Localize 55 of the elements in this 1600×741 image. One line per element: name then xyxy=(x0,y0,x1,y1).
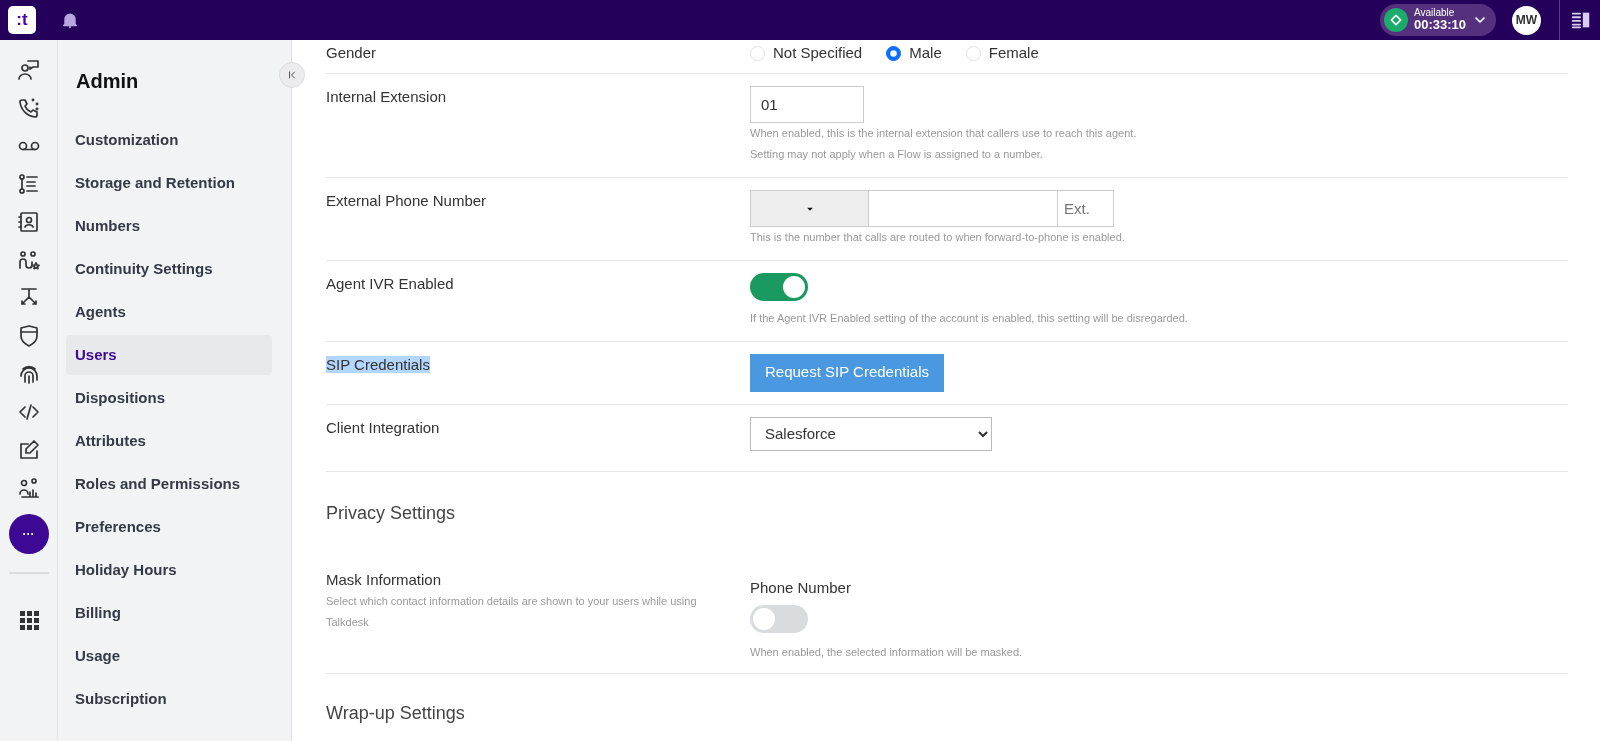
toggle-switch[interactable] xyxy=(750,605,808,633)
contact-book-icon[interactable] xyxy=(16,210,41,234)
extension-field[interactable]: Ext. xyxy=(1058,189,1114,227)
integration-select[interactable]: Salesforce xyxy=(750,416,992,451)
more-button[interactable]: ··· xyxy=(8,514,49,554)
field-label: Client Integration xyxy=(326,418,440,436)
people-star-icon[interactable] xyxy=(16,248,41,272)
chart-person-icon[interactable] xyxy=(16,476,41,500)
toggle-switch[interactable] xyxy=(750,272,808,301)
sidebar-item[interactable]: Subscription xyxy=(66,679,272,719)
radio-label: Female xyxy=(988,43,1039,63)
field-label: Agent IVR Enabled xyxy=(326,274,454,292)
sidebar-item[interactable]: Continuity Settings xyxy=(66,249,272,289)
sidebar-title: Admin xyxy=(75,69,140,94)
sidebar-item[interactable]: Attributes xyxy=(66,421,272,461)
logo-icon[interactable]: :t xyxy=(8,6,36,34)
radio-label: Male xyxy=(909,43,942,63)
sidebar-item[interactable]: Agents xyxy=(66,292,272,332)
sidebar-item[interactable]: Preferences xyxy=(66,507,272,547)
sidebar-item[interactable]: Roles and Permissions xyxy=(66,464,272,504)
hint-text: Setting may not apply when a Flow is assigned to a number. xyxy=(750,146,1044,162)
hint-text: When enabled, this is the internal extension that callers use to reach this agent. xyxy=(750,125,1138,141)
status-timer: 00:33:10 xyxy=(1413,17,1466,33)
sidebar-item[interactable]: Users xyxy=(66,335,272,375)
sidebar-item[interactable]: Usage xyxy=(66,636,272,676)
field-label: Gender xyxy=(326,44,377,61)
option-label: Phone Number xyxy=(750,577,852,598)
phone-field[interactable] xyxy=(868,189,1058,227)
field-label: Internal Extension xyxy=(326,87,447,105)
collapse-button[interactable] xyxy=(279,62,305,88)
status-dropdown[interactable]: Available 00:33:10 xyxy=(1379,4,1496,36)
phone-dots-icon[interactable] xyxy=(16,96,41,120)
section-heading: Wrap-up Settings xyxy=(326,702,466,725)
sidebar-item[interactable]: Holiday Hours xyxy=(66,550,272,590)
description-text: Select which contact information details are shown to your users while using Talkdesk xyxy=(326,594,698,630)
hint-text: If the Agent IVR Enabled setting of the account is enabled, this setting will be disregarded. xyxy=(750,310,1189,326)
radio-label: Not Specified xyxy=(773,43,863,63)
sidebar-item[interactable]: Storage and Retention xyxy=(66,163,272,203)
field-label: SIP Credentials xyxy=(326,355,430,373)
field-label: External Phone Number xyxy=(326,191,487,209)
status-label: Available xyxy=(1413,7,1456,18)
sidebar-item[interactable]: Dispositions xyxy=(66,378,272,418)
sidebar-item[interactable]: Billing xyxy=(66,593,272,633)
sidebar-item[interactable]: Numbers xyxy=(66,206,272,246)
section-heading: Privacy Settings xyxy=(326,501,457,525)
hint-text: When enabled, the selected information will be masked. xyxy=(750,645,1024,660)
collapse-icon xyxy=(286,69,298,82)
list-steps-icon[interactable] xyxy=(16,172,41,196)
field-label: Mask Information xyxy=(326,569,443,590)
avatar[interactable]: MW xyxy=(1512,5,1541,35)
hint-text: This is the number that calls are routed to when forward-to-phone is enabled. xyxy=(750,229,1126,245)
sidebar-item[interactable]: Customization xyxy=(66,120,272,160)
radio-button[interactable] xyxy=(886,45,902,61)
extension-field[interactable]: 01 xyxy=(750,85,864,123)
chat-person-icon[interactable] xyxy=(16,58,41,82)
